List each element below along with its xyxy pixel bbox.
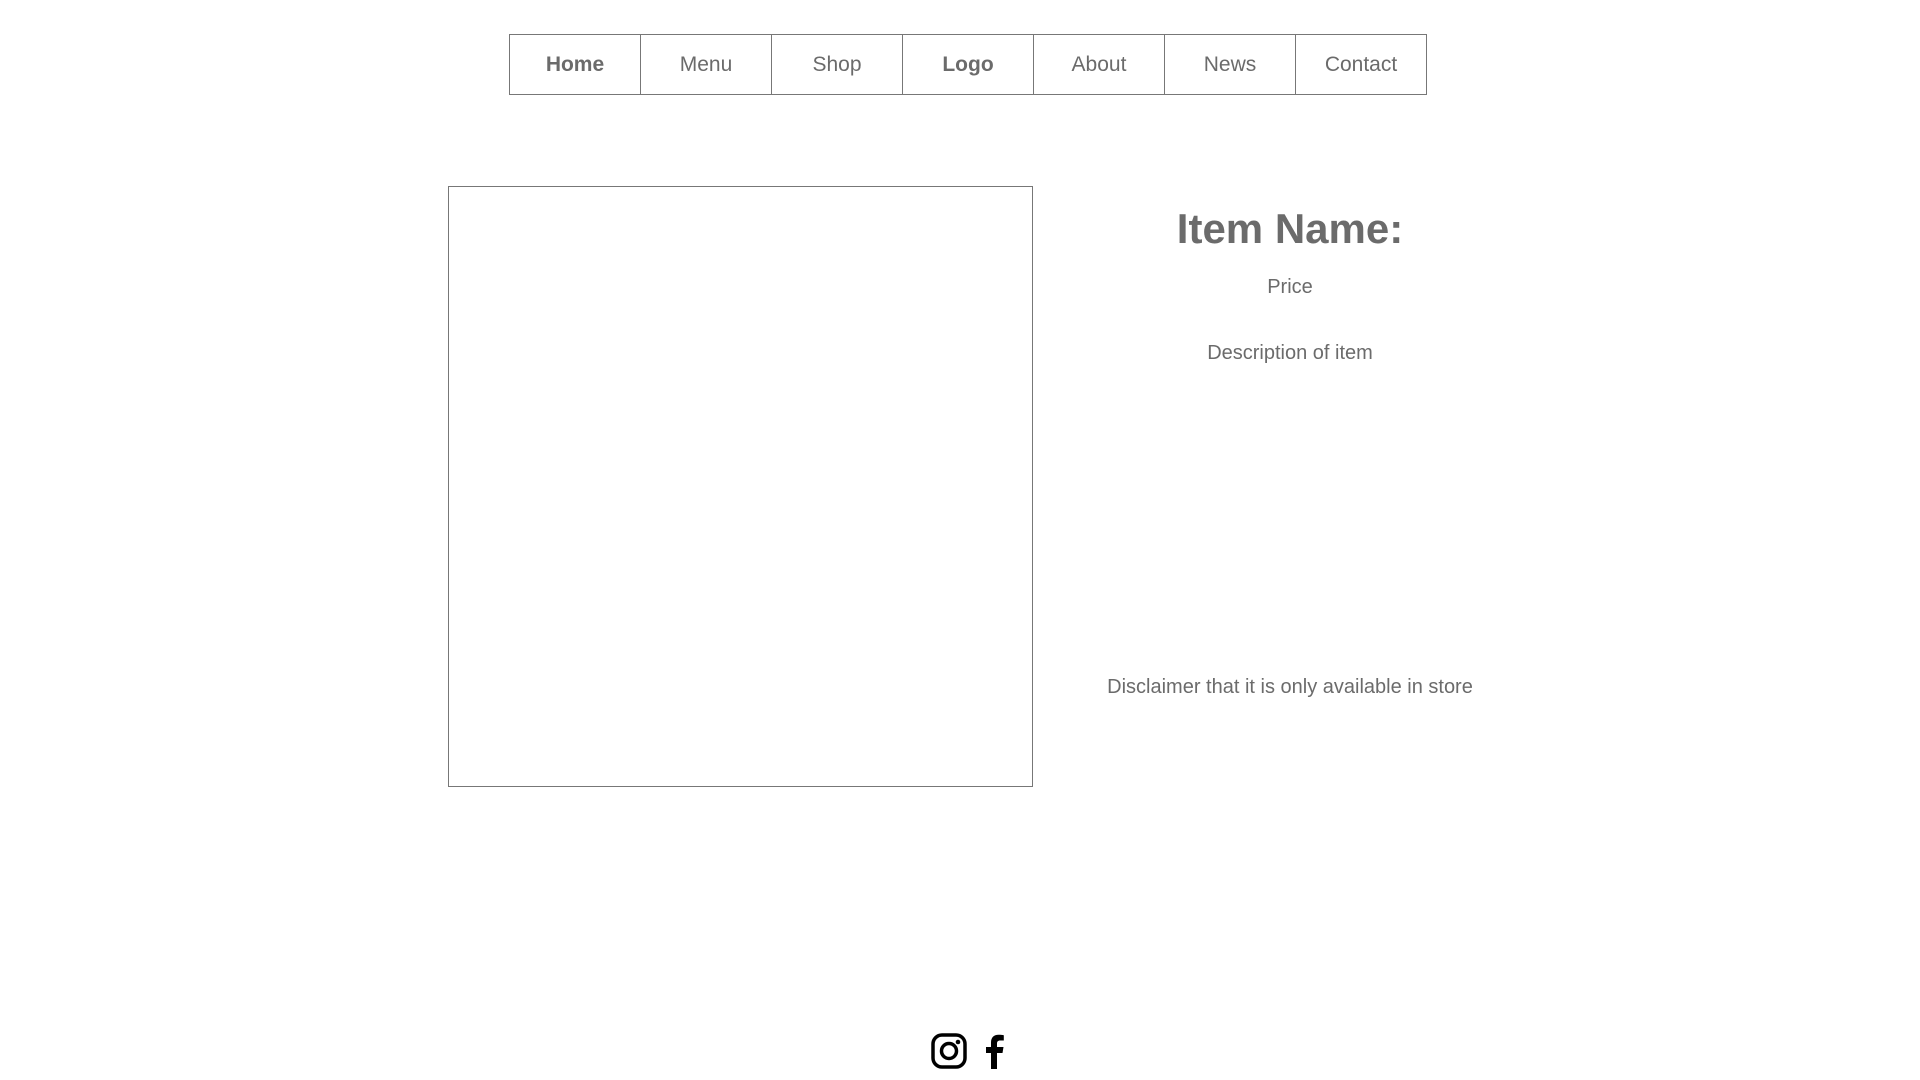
nav-item-contact[interactable]: Contact [1295,34,1427,95]
nav-item-about[interactable]: About [1033,34,1165,95]
nav-item-shop[interactable]: Shop [771,34,903,95]
product-image-placeholder [448,186,1033,787]
nav-item-home[interactable]: Home [509,34,641,95]
instagram-icon[interactable] [930,1032,968,1070]
product-title: Item Name: [1176,205,1404,252]
nav-item-news[interactable]: News [1164,34,1296,95]
in-store-disclaimer: Disclaimer that it is only available in … [1107,676,1473,698]
product-description: Description of item [1207,342,1373,364]
facebook-icon[interactable] [976,1032,1014,1070]
product-price: Price [1267,276,1313,298]
nav-item-menu[interactable]: Menu [640,34,772,95]
page: Home Menu Shop Logo About News Contact I… [0,0,1920,1080]
social-links [930,1032,1014,1070]
nav-item-logo[interactable]: Logo [902,34,1034,95]
top-navigation: Home Menu Shop Logo About News Contact [509,34,1427,95]
